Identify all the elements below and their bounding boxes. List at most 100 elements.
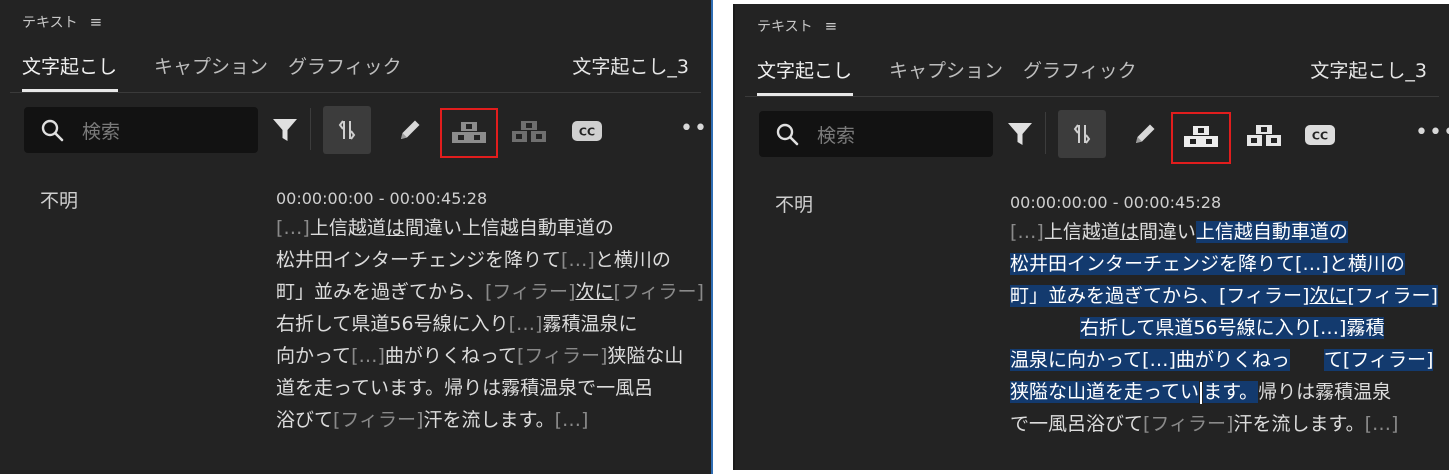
transcript-word[interactable]: 帰りは霧積温泉 (1258, 381, 1391, 403)
merge-segments-button[interactable] (446, 114, 492, 152)
transcript-word[interactable]: 霧積 (1346, 317, 1385, 339)
transcript-line[interactable]: 右折して県道56号線に入り[…]霧積 (1010, 312, 1438, 344)
transcript-line[interactable]: 道を走っています。帰りは霧積温泉で一風呂 (276, 372, 704, 404)
transcript-word[interactable]: と横川の (1328, 253, 1405, 275)
transcript-word[interactable]: 松井田インターチェンジを降りて (276, 249, 561, 271)
transcript-word[interactable]: 間違い (1139, 221, 1196, 243)
transcript-line[interactable]: 向かって[…]曲がりくねって[フィラー]狭隘な山 (276, 340, 704, 372)
filler-marker[interactable]: […] (1295, 253, 1329, 275)
transcript-line[interactable]: 町」並みを過ぎてから、[フィラー]次に[フィラー] (1010, 280, 1438, 312)
transcript-word[interactable]: て (1323, 349, 1343, 371)
transcript-line[interactable]: 町」並みを過ぎてから、[フィラー]次に[フィラー] (276, 276, 704, 308)
transcript-word[interactable]: 町」並みを過ぎてから、 (276, 281, 485, 303)
tab-transcript[interactable]: 文字起こし (22, 52, 117, 79)
transcript-line[interactable]: で一風呂浴びて[フィラー]汗を流します。[…] (1010, 408, 1438, 440)
filler-marker[interactable]: […] (1365, 413, 1399, 435)
filler-marker[interactable]: [フィラー] (1143, 413, 1233, 435)
search-input[interactable]: 検索 (24, 107, 258, 153)
transcript-word[interactable]: 次に (1309, 285, 1348, 307)
filler-marker[interactable]: [フィラー] (613, 281, 703, 303)
filter-button[interactable] (1003, 116, 1037, 152)
transcript-word[interactable]: と横川の (595, 249, 671, 271)
filler-marker[interactable]: [フィラー] (485, 281, 575, 303)
filler-marker[interactable]: [フィラー] (1342, 349, 1434, 371)
filler-marker[interactable]: […] (561, 249, 595, 271)
transcript-word[interactable]: 浴びて (276, 409, 333, 431)
transcript-word[interactable]: は (1120, 221, 1139, 243)
speaker-label[interactable]: 不明 (40, 186, 78, 213)
transcript-word[interactable]: 温泉に向かって (1010, 349, 1143, 371)
search-icon (41, 119, 64, 142)
split-toggle-button[interactable] (1058, 110, 1106, 158)
tab-captions[interactable]: キャプション (889, 56, 1003, 83)
search-icon (776, 123, 799, 146)
search-input[interactable]: 検索 (759, 111, 993, 157)
more-icon[interactable]: ••• (1415, 120, 1449, 145)
transcript-word[interactable]: 松井田インターチェンジを降りて (1010, 253, 1296, 275)
filler-marker[interactable]: [フィラー] (1347, 285, 1438, 307)
speaker-label[interactable]: 不明 (775, 190, 813, 217)
transcript-word[interactable]: 曲がりくねっ (1175, 349, 1290, 371)
transcript-line[interactable]: […]上信越道は間違い上信越自動車道の (1010, 216, 1438, 248)
split-segments-button[interactable] (508, 114, 550, 150)
tab-graphics[interactable]: グラフィック (1023, 56, 1137, 83)
transcript-line[interactable]: 浴びて[フィラー]汗を流します。[…] (276, 404, 704, 436)
transcript-word[interactable]: 町」並みを過ぎてから、 (1010, 285, 1220, 307)
text-cursor (1200, 381, 1203, 404)
sequence-name: 文字起こし_3 (572, 56, 689, 78)
transcript-word[interactable]: 上信越道 (310, 217, 386, 239)
transcript-word[interactable]: 狭隘な山 (607, 345, 683, 367)
transcript-word[interactable]: 霧積温泉に (542, 313, 637, 335)
tab-graphics[interactable]: グラフィック (288, 52, 402, 79)
transcript-word[interactable]: 狭隘な山道を走ってい (1010, 381, 1200, 403)
transcript-word[interactable]: で一風呂浴びて (1010, 413, 1143, 435)
transcript-word[interactable]: 曲がりくねって (385, 345, 517, 367)
transcript-word[interactable]: 向かって (276, 345, 351, 367)
more-icon[interactable]: ••• (680, 116, 711, 141)
merge-segments-button[interactable] (1178, 118, 1224, 156)
transcript-text[interactable]: […]上信越道は間違い上信越自動車道の 松井田インターチェンジを降りて[…]と横川… (1010, 216, 1438, 440)
transcript-word[interactable]: 汗を流します。 (1233, 413, 1364, 435)
tab-captions[interactable]: キャプション (154, 52, 268, 79)
caption-button[interactable]: CC (1301, 118, 1339, 152)
filler-marker[interactable]: […] (509, 313, 543, 335)
transcript-word[interactable]: 次に (575, 281, 613, 303)
panel-menu-icon[interactable]: ≡ (825, 17, 838, 35)
filler-marker[interactable]: […] (276, 217, 310, 239)
split-icon (338, 120, 356, 140)
transcript-word[interactable]: 右折して県道56号線に入り (1080, 317, 1313, 339)
svg-text:CC: CC (579, 126, 595, 139)
filler-marker[interactable]: […] (555, 409, 589, 431)
transcript-line[interactable]: 温泉に向かって[…]曲がりくねっ て[フィラー] (1010, 344, 1438, 376)
filler-marker[interactable]: […] (1312, 317, 1347, 339)
filler-marker[interactable]: […] (1010, 221, 1044, 243)
transcript-word[interactable]: 上信越道 (1044, 221, 1120, 243)
transcript-word[interactable]: 右折して県道56号線に入り (276, 313, 509, 335)
panel-menu-icon[interactable]: ≡ (90, 13, 103, 31)
filler-marker[interactable]: […] (1142, 349, 1176, 371)
transcript-line[interactable]: 松井田インターチェンジを降りて[…]と横川の (276, 244, 704, 276)
caption-button[interactable]: CC (568, 114, 606, 148)
transcript-line[interactable]: 松井田インターチェンジを降りて[…]と横川の (1010, 248, 1438, 280)
filler-marker[interactable]: [フィラー] (333, 409, 423, 431)
edit-button[interactable] (1127, 116, 1163, 152)
filter-icon (273, 119, 297, 141)
split-toggle-button[interactable] (323, 106, 371, 154)
split-segments-button[interactable] (1243, 118, 1285, 154)
transcript-word[interactable]: 上信越自動車道の (1195, 221, 1348, 243)
transcript-word[interactable]: 間違い上信越自動車道の (405, 217, 614, 239)
transcript-word[interactable]: 道を走っています。帰りは霧積温泉で一風呂 (276, 377, 653, 399)
filler-marker[interactable]: [フィラー] (517, 345, 607, 367)
filter-button[interactable] (268, 112, 302, 148)
edit-button[interactable] (392, 112, 428, 148)
transcript-word[interactable]: は (386, 217, 405, 239)
transcript-line[interactable]: 右折して県道56号線に入り[…]霧積温泉に (276, 308, 704, 340)
transcript-text[interactable]: […]上信越道は間違い上信越自動車道の 松井田インターチェンジを降りて[…]と横川… (276, 212, 704, 436)
filler-marker[interactable]: […] (351, 345, 385, 367)
tab-transcript[interactable]: 文字起こし (757, 56, 852, 83)
transcript-line[interactable]: 狭隘な山道を走ってい ます。帰りは霧積温泉 (1010, 376, 1438, 408)
transcript-line[interactable]: […]上信越道は間違い上信越自動車道の (276, 212, 704, 244)
transcript-word[interactable]: ます。 (1203, 381, 1259, 403)
filler-marker[interactable]: [フィラー] (1219, 285, 1310, 307)
transcript-word[interactable]: 汗を流します。 (423, 409, 554, 431)
